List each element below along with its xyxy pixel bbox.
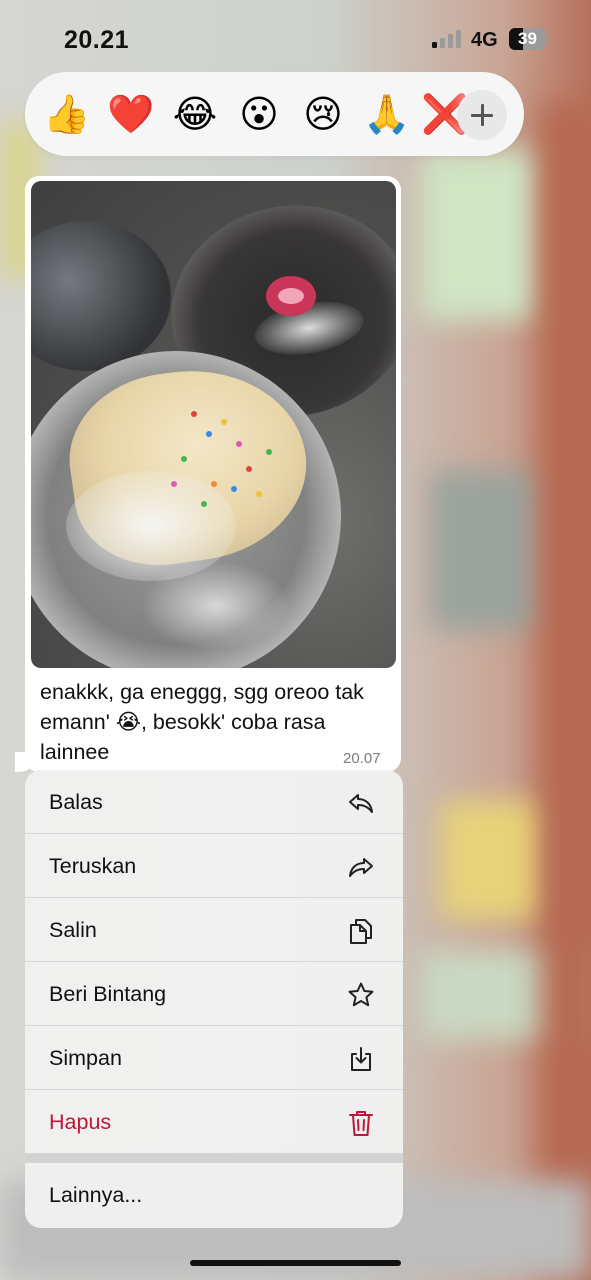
reply-icon — [349, 794, 373, 813]
menu-item-label: Beri Bintang — [49, 982, 167, 1006]
menu-item-forward[interactable]: Teruskan — [25, 834, 403, 898]
status-bar: 20.21 4G 39 — [0, 0, 591, 70]
reaction-bar: 👍 ❤️ 😂 😮 😢 🙏 ❌ — [25, 72, 524, 156]
menu-item-label: Salin — [49, 918, 97, 942]
trash-icon — [349, 1111, 373, 1136]
save-icon — [351, 1047, 371, 1071]
menu-item-label: Lainnya... — [49, 1183, 143, 1207]
message-photo[interactable] — [31, 181, 396, 668]
menu-item-copy[interactable]: Salin — [25, 898, 403, 962]
menu-item-label: Teruskan — [49, 854, 137, 878]
reaction-crying[interactable]: 😢 — [299, 92, 347, 136]
reaction-pray[interactable]: 🙏 — [363, 92, 411, 136]
forward-icon — [349, 858, 373, 877]
message-context-menu: Balas Teruskan Salin Beri Bintang Simpan — [25, 770, 403, 1228]
reaction-heart[interactable]: ❤️ — [107, 92, 155, 136]
reaction-thumbs-up[interactable]: 👍 — [43, 92, 91, 136]
battery-icon: 39 — [509, 28, 546, 50]
menu-item-label: Simpan — [49, 1046, 122, 1070]
message-text: enakkk, ga eneggg, sgg oreoo tak emann' … — [40, 680, 364, 764]
message-time: 20.07 — [343, 750, 381, 767]
menu-item-label: Hapus — [49, 1110, 112, 1134]
menu-item-save[interactable]: Simpan — [25, 1026, 403, 1090]
menu-item-reply[interactable]: Balas — [25, 770, 403, 834]
more-reactions-plus-icon[interactable] — [457, 90, 507, 140]
reaction-surprised[interactable]: 😮 — [235, 92, 283, 136]
menu-item-star[interactable]: Beri Bintang — [25, 962, 403, 1026]
status-time: 20.21 — [64, 26, 130, 54]
menu-separator — [25, 1154, 403, 1163]
home-indicator[interactable] — [190, 1260, 401, 1266]
battery-percent: 39 — [518, 29, 537, 48]
network-type: 4G — [471, 29, 498, 51]
menu-item-label: Balas — [49, 790, 103, 814]
cellular-signal-icon — [432, 30, 462, 48]
star-icon — [348, 982, 374, 1007]
menu-item-more[interactable]: Lainnya... — [25, 1163, 403, 1227]
copy-icon — [350, 919, 372, 944]
menu-item-delete[interactable]: Hapus — [25, 1090, 403, 1154]
reaction-laughing[interactable]: 😂 — [171, 92, 219, 136]
